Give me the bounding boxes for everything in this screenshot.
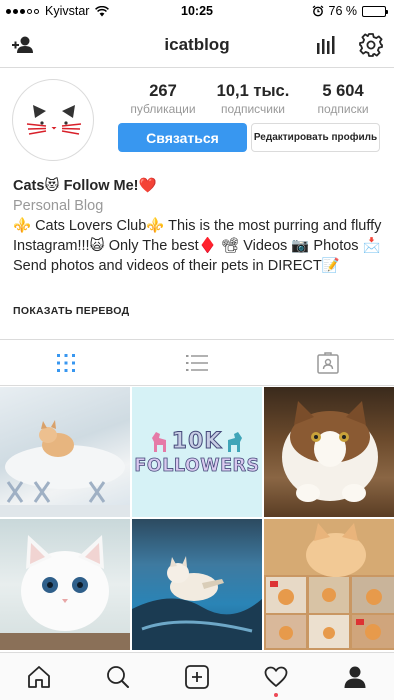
nav-new-post[interactable]: [158, 653, 237, 700]
insights-icon[interactable]: [313, 32, 339, 58]
status-bar: Kyivstar 10:25 76 %: [0, 0, 394, 22]
stat-posts-count: 267: [149, 82, 177, 100]
alarm-icon: [312, 5, 323, 17]
plus-square-icon: [185, 664, 209, 689]
edit-profile-button[interactable]: Редактировать профиль: [251, 123, 380, 152]
profile-avatar[interactable]: [12, 79, 94, 161]
show-translation-link[interactable]: ПОКАЗАТЬ ПЕРЕВОД: [13, 305, 129, 317]
tab-grid[interactable]: [0, 340, 131, 385]
profile-icon: [344, 666, 366, 688]
tab-tagged[interactable]: [263, 340, 394, 385]
stat-posts-label: публикации: [130, 102, 196, 116]
post-thumbnail-4[interactable]: [0, 519, 130, 650]
home-icon: [28, 665, 51, 688]
battery-percent: 76 %: [328, 4, 358, 18]
cat-face-logo: [26, 105, 82, 135]
nav-home[interactable]: [0, 653, 79, 700]
tagged-icon: [317, 351, 340, 374]
cat-photo-4: [0, 535, 130, 650]
bottom-navigation: [0, 652, 394, 700]
post-thumbnail-6[interactable]: [264, 519, 394, 650]
grid-icon: [56, 353, 75, 372]
status-right: 76 %: [312, 4, 388, 18]
battery-icon: [362, 5, 388, 17]
milestone-label: FOLLOWERS: [134, 455, 260, 476]
profile-stats: 267 публикации 10,1 тыс. подписчики 5 60…: [118, 82, 388, 116]
cat-collage-photo: [264, 519, 394, 648]
stat-followers-count: 10,1 тыс.: [216, 82, 290, 100]
post-thumbnail-1[interactable]: [0, 387, 130, 517]
horse-icon: [228, 432, 243, 452]
bio-category: Personal Blog: [13, 198, 104, 214]
stat-following-count: 5 604: [322, 82, 364, 100]
contact-button[interactable]: Связаться: [118, 123, 247, 152]
horse-icon: [151, 432, 166, 452]
nav-search[interactable]: [79, 653, 158, 700]
bio-text: ⚜️ Cats Lovers Club⚜️ This is the most p…: [13, 218, 382, 274]
heart-icon: [264, 666, 288, 687]
cat-photo-1: [0, 420, 130, 517]
tab-list[interactable]: [131, 340, 262, 385]
post-grid: 10K FOLLOWERS: [0, 387, 394, 650]
stat-posts[interactable]: 267 публикации: [118, 82, 208, 116]
stat-followers-label: подписчики: [221, 102, 285, 116]
notification-dot: [273, 693, 278, 697]
top-header: icatblog: [0, 22, 394, 68]
search-icon: [107, 665, 130, 688]
post-thumbnail-5[interactable]: [132, 519, 262, 650]
cat-photo-3: [282, 401, 378, 502]
post-thumbnail-3[interactable]: [264, 387, 394, 517]
stat-following-label: подписки: [317, 102, 369, 116]
stat-followers[interactable]: 10,1 тыс. подписчики: [208, 82, 298, 116]
cat-photo-5: [132, 556, 262, 650]
view-tabs: [0, 339, 394, 386]
list-icon: [185, 354, 208, 371]
nav-profile[interactable]: [315, 653, 394, 700]
milestone-graphic: 10K: [150, 428, 245, 454]
post-thumbnail-2[interactable]: 10K FOLLOWERS: [132, 387, 262, 517]
bio-name: Cats😻 Follow Me!❤️: [13, 178, 157, 194]
stat-following[interactable]: 5 604 подписки: [298, 82, 388, 116]
nav-activity[interactable]: [236, 653, 315, 700]
gear-icon[interactable]: [358, 32, 384, 58]
profile-bio: Cats😻 Follow Me!❤️ Personal Blog ⚜️ Cats…: [13, 176, 385, 276]
milestone-count: 10K: [171, 428, 223, 454]
